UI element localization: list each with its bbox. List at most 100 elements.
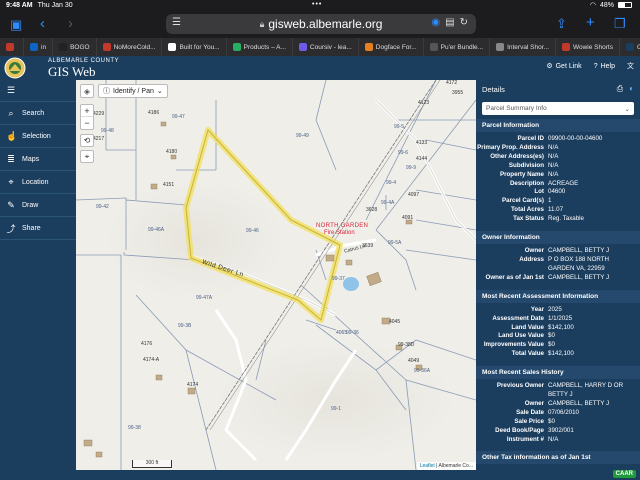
- collapse-panel-icon[interactable]: ◐: [629, 84, 634, 94]
- leaflet-link[interactable]: Leaflet: [420, 463, 435, 469]
- extension-icon[interactable]: ◉: [431, 17, 440, 28]
- tab-favicon-icon: [30, 43, 38, 51]
- status-right: ◠ 48%: [590, 1, 632, 9]
- detail-row: Address P O BOX 188 NORTH GARDEN VA, 2295…: [476, 256, 640, 274]
- chevron-down-icon: ⌄: [156, 88, 163, 95]
- browser-tab[interactable]: NoMoreCold...: [97, 38, 163, 56]
- browser-tab[interactable]: Products – A...: [227, 38, 293, 56]
- detail-value: 1: [548, 197, 552, 205]
- menu-icon: ☰: [6, 85, 16, 95]
- detail-value: $0: [548, 417, 555, 425]
- tab-favicon-icon: [298, 43, 307, 51]
- map-attribution: Leaflet | Albemarle Co...: [416, 462, 476, 470]
- sidebar-toggle-icon[interactable]: ▣: [10, 18, 22, 31]
- detail-key: Total Acres: [510, 206, 544, 214]
- new-tab-icon[interactable]: +: [586, 15, 595, 30]
- reload-icon[interactable]: ↻: [460, 17, 468, 28]
- help-icon: ?: [593, 62, 598, 70]
- basemap-toggle-button[interactable]: ◈: [80, 84, 94, 98]
- forward-icon[interactable]: ›: [68, 16, 73, 31]
- zoom-out-button[interactable]: −: [81, 117, 93, 129]
- tab-favicon-icon: [6, 43, 14, 51]
- sidebar-item-search[interactable]: ⌕ Search: [0, 102, 76, 125]
- detail-row: Lot 04600: [476, 188, 640, 197]
- section-rows: Owner CAMPBELL, BETTY J Address P O BOX 188…: [476, 244, 640, 286]
- url-text: gisweb.albemarle.org: [268, 17, 383, 31]
- tab-favicon-icon: [429, 43, 438, 51]
- refresh-map-button[interactable]: ⟲: [80, 134, 94, 147]
- sidebar-item-location[interactable]: ⌖ Location: [0, 171, 76, 194]
- detail-row: Sale Date 07/06/2010: [476, 409, 640, 418]
- browser-tab[interactable]: Interval Shor...: [490, 38, 556, 56]
- section-title: Most Recent Sales History: [476, 366, 640, 380]
- detail-row: Other Address(es) N/A: [476, 153, 640, 162]
- detail-value: 11.07: [548, 206, 564, 214]
- detail-value: 09900-00-00-04600: [548, 135, 603, 142]
- detail-value: $142,100: [548, 350, 574, 358]
- browser-tab[interactable]: Built for You...: [162, 38, 227, 56]
- browser-tab[interactable]: [0, 38, 24, 56]
- detail-key: Deed Book/Page: [495, 426, 544, 434]
- sidebar-item-selection[interactable]: ☝ Selection: [0, 125, 76, 148]
- section-rows: Year 2025 Assessment Date 1/1/2025 Land Valu…: [476, 303, 640, 362]
- sidebar-menu-button[interactable]: ☰: [0, 80, 76, 102]
- detail-value: $0: [548, 341, 555, 349]
- tabs-overview-icon[interactable]: ❐: [614, 17, 626, 30]
- detail-key: Owner: [524, 247, 544, 255]
- detail-value: $0: [548, 332, 555, 340]
- link-icon: ⚙: [546, 63, 553, 70]
- browser-tab[interactable]: BOGO: [53, 38, 97, 56]
- lock-icon: 🔒︎: [259, 18, 265, 29]
- details-title: Details: [482, 84, 505, 94]
- browser-tab[interactable]: Dogface For...: [359, 38, 424, 56]
- browser-tab[interactable]: GIS Web | Al...: [620, 38, 640, 56]
- detail-value: N/A: [548, 143, 559, 151]
- tab-label: NoMoreCold...: [113, 43, 156, 51]
- zoom-in-button[interactable]: +: [81, 105, 93, 117]
- print-icon[interactable]: ⎙: [617, 84, 623, 94]
- county-seal-logo: [4, 57, 26, 79]
- detail-row: Instrument # N/A: [476, 436, 640, 445]
- detail-row: Total Value $142,100: [476, 350, 640, 359]
- detail-value: 1/1/2025: [548, 314, 573, 322]
- browser-tab[interactable]: Wowie Shorts: [556, 38, 620, 56]
- help-button[interactable]: ? Help: [594, 63, 615, 70]
- back-icon[interactable]: ‹: [40, 16, 45, 31]
- details-view-select[interactable]: Parcel Summary Info ⌄: [482, 102, 634, 115]
- detail-value: 3902/001: [548, 426, 574, 434]
- refresh-icon: ⟲: [83, 136, 91, 145]
- caar-badge[interactable]: CAAR: [612, 470, 636, 478]
- detail-value: N/A: [548, 170, 559, 178]
- detail-row: Land Value $142,100: [476, 324, 640, 333]
- detail-key: Sale Date: [516, 408, 544, 416]
- url-bar[interactable]: ☰ 🔒︎ gisweb.albemarle.org ◉ ▤ ↻: [166, 14, 476, 34]
- poi-sublabel-fire-station: Fire Station: [324, 230, 355, 236]
- detail-key: Other Address(es): [490, 152, 544, 160]
- app-header: ALBEMARLE COUNTY GIS Web ⚙ Get Link ? Help…: [0, 56, 640, 80]
- identify-pan-dropdown[interactable]: ⓘ Identify / Pan ⌄: [98, 84, 168, 98]
- sidebar-item-draw[interactable]: ✎ Draw: [0, 194, 76, 217]
- share-icon: ⤴: [6, 223, 16, 234]
- translate-icon[interactable]: 文: [627, 61, 634, 71]
- browser-tab[interactable]: Coursiv - lea...: [293, 38, 359, 56]
- detail-value: N/A: [548, 152, 559, 160]
- detail-key: Land Value: [511, 323, 544, 331]
- map-view[interactable]: 99-48 4229 99-47 4186 4217 4180 99-49 41…: [76, 80, 476, 470]
- tab-label: Pu'er Bundle...: [440, 43, 484, 51]
- sidebar: ☰ ⌕ Search ☝ Selection ≣ Maps ⌖ Location ✎ Dr…: [0, 80, 76, 480]
- sidebar-item-maps[interactable]: ≣ Maps: [0, 148, 76, 171]
- browser-tab[interactable]: in: [24, 38, 54, 56]
- location-icon: ⌖: [8, 176, 14, 187]
- locate-me-button[interactable]: ⌖: [80, 150, 94, 163]
- detail-row: Subdivision N/A: [476, 162, 640, 171]
- chevron-down-icon: ⌄: [624, 105, 630, 113]
- share-browser-icon[interactable]: ⇪: [556, 17, 567, 30]
- detail-key: Land Use Value: [498, 332, 544, 340]
- page-menu-icon[interactable]: ☰: [172, 17, 181, 28]
- sidebar-item-share[interactable]: ⤴ Share: [0, 217, 76, 240]
- browser-tab[interactable]: Pu'er Bundle...: [424, 38, 491, 56]
- get-link-button[interactable]: ⚙ Get Link: [546, 62, 581, 71]
- detail-key: Description: [509, 179, 544, 187]
- multitask-dots[interactable]: •••: [312, 1, 322, 8]
- reader-icon[interactable]: ▤: [445, 17, 454, 28]
